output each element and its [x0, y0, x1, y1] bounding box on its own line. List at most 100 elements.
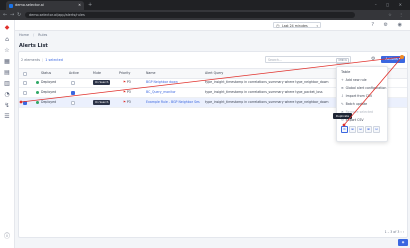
clock-icon: ◷: [276, 23, 280, 28]
priority-text: P3: [126, 90, 131, 94]
status-text: Deployed: [41, 90, 57, 94]
actions-label: Actions: [385, 57, 398, 61]
frame-icon[interactable]: ⊡: [373, 126, 380, 133]
status-cell: Deployed: [36, 88, 56, 97]
search-input[interactable]: Search... CMD K: [265, 56, 351, 64]
actions-button[interactable]: Actions ▾: [381, 56, 405, 63]
bolt-icon[interactable]: ↯: [3, 102, 11, 110]
clear-icon[interactable]: ⊠: [365, 126, 372, 133]
logo-icon[interactable]: ◆: [3, 24, 11, 32]
menu-item-batch-update[interactable]: ✎ Batch update: [341, 102, 367, 106]
time-range-value: Last 24 minutes: [282, 24, 308, 28]
search-shortcut-badge: CMD K: [336, 58, 349, 64]
chart-icon[interactable]: ▤: [3, 69, 11, 77]
column-priority[interactable]: Priority: [119, 69, 130, 78]
active-checkbox[interactable]: [71, 80, 75, 85]
active-checkbox[interactable]: [71, 90, 75, 95]
priority-cell: ⚑ P3: [123, 78, 131, 87]
column-status[interactable]: Status: [41, 69, 51, 78]
browser-address-bar: ← → ↻ demo.selector.ai/app/alerts/rules …: [0, 10, 410, 20]
column-alert-query[interactable]: Alert Query: [205, 69, 223, 78]
row-checkbox[interactable]: [23, 90, 27, 95]
alert-query-cell: type_insight_timestamp in correlations_s…: [205, 80, 329, 84]
row-checkbox[interactable]: [23, 80, 27, 85]
priority-cell: ⚑ P3: [123, 98, 131, 107]
rule-name-link[interactable]: Example Rule - BGP Neighbor Ses: [146, 98, 202, 107]
breadcrumb: Home / Rules: [19, 33, 48, 37]
collapse-icon[interactable]: ⊟: [357, 126, 364, 133]
column-name[interactable]: Name: [146, 69, 155, 78]
menu-item-label: Import from CSV: [345, 94, 373, 98]
top-right-icons[interactable]: ? ⚙ ◉: [371, 20, 406, 30]
book-icon[interactable]: ▥: [3, 80, 11, 88]
sidebar: ◆ ⌂ ☆ ▦ ▤ ▥ ◔ ↯ ☰ ⓘ: [0, 20, 15, 248]
tab-title: demo.selector.ai: [15, 3, 44, 7]
time-range-select[interactable]: ◷ Last 24 minutes ▾: [273, 22, 321, 28]
rule-name-link[interactable]: BC_Query_monitor: [146, 88, 202, 97]
status-dot-icon: [36, 100, 39, 104]
menu-item-add-rule[interactable]: + Add new rule: [341, 78, 367, 82]
flag-icon: ⚑: [123, 100, 126, 104]
active-checkbox[interactable]: [71, 100, 75, 105]
status-cell: Deployed: [36, 78, 56, 87]
menu-item-import[interactable]: ⇩ Import from CSV: [341, 94, 372, 98]
element-count: 2 elements: [21, 58, 40, 62]
browser-extras[interactable]: ☆ ⋮: [388, 10, 406, 20]
select-all-checkbox[interactable]: [23, 71, 27, 76]
menu-item-label: Global alert configuration: [345, 86, 387, 90]
forward-icon[interactable]: →: [10, 10, 14, 20]
menu-item-label: Batch update: [345, 102, 368, 106]
flag-icon: ⚑: [123, 90, 126, 94]
star-icon[interactable]: ☆: [3, 47, 11, 55]
actions-menu: Table + Add new rule ⊕ Global alert config…: [336, 66, 388, 142]
window-controls[interactable]: – ◻ ✕: [375, 0, 406, 10]
status-cell: Deployed: [36, 98, 56, 107]
rule-name-link[interactable]: BGP Neighbor down: [146, 78, 202, 87]
status-text: Deployed: [41, 100, 57, 104]
search-placeholder: Search...: [268, 58, 282, 62]
status-dot-icon: [36, 90, 39, 94]
column-mute[interactable]: Mute: [93, 69, 101, 78]
menu-item-global-config[interactable]: ⊕ Global alert configuration: [341, 86, 386, 90]
breadcrumb-home[interactable]: Home: [19, 33, 29, 37]
status-dot-icon: [36, 80, 39, 84]
menu-icon-row: ⧉ ⊞ ⊟ ⊠ ⊡: [341, 126, 383, 133]
menu-item-label: Add new rule: [345, 78, 367, 82]
globe-icon: ⊕: [341, 86, 344, 90]
info-icon[interactable]: ⓘ: [3, 233, 11, 241]
new-tab-button[interactable]: +: [88, 1, 92, 10]
breadcrumb-rules[interactable]: Rules: [38, 33, 47, 37]
priority-text: P3: [126, 80, 131, 84]
tooltip: Duplicate: [333, 113, 352, 119]
row-checkbox[interactable]: [23, 100, 27, 105]
list-icon[interactable]: ☰: [3, 113, 11, 121]
selected-count[interactable]: 1 selected: [45, 58, 63, 62]
edit-icon: ✎: [341, 102, 344, 106]
reload-icon[interactable]: ↻: [17, 10, 21, 20]
plus-icon: +: [341, 78, 344, 82]
flag-icon: ⚑: [123, 80, 126, 84]
grid-view-icon[interactable]: ⊞: [349, 126, 356, 133]
back-icon[interactable]: ←: [3, 10, 7, 20]
browser-tab[interactable]: demo.selector.ai ✕: [6, 1, 84, 10]
grid-icon[interactable]: ▦: [3, 58, 11, 66]
mute-badge: On Search: [93, 80, 111, 85]
table-summary: 2 elements | 1 selected: [21, 58, 63, 62]
priority-text: P3: [126, 100, 131, 104]
page-title: Alerts List: [19, 43, 48, 49]
menu-title: Table: [341, 70, 351, 74]
help-chat-icon[interactable]: ◉: [398, 239, 408, 246]
duplicate-icon[interactable]: ⧉: [341, 126, 348, 133]
table-settings-icon[interactable]: ⚙: [371, 56, 375, 63]
url-field[interactable]: demo.selector.ai/app/alerts/rules: [25, 12, 355, 18]
app-top-bar: ◷ Last 24 minutes ▾ ? ⚙ ◉: [15, 20, 410, 31]
close-tab-icon[interactable]: ✕: [78, 1, 81, 10]
pagination[interactable]: 1 – 3 of 3 ‹ ›: [385, 228, 404, 236]
favicon-icon: [9, 3, 13, 8]
home-icon[interactable]: ⌂: [3, 36, 11, 44]
mute-badge: On Search: [93, 100, 111, 105]
column-active[interactable]: Active: [69, 69, 79, 78]
priority-cell: ⚑ P3: [123, 88, 131, 97]
bell-icon[interactable]: ◔: [3, 91, 11, 99]
status-text: Deployed: [41, 80, 57, 84]
